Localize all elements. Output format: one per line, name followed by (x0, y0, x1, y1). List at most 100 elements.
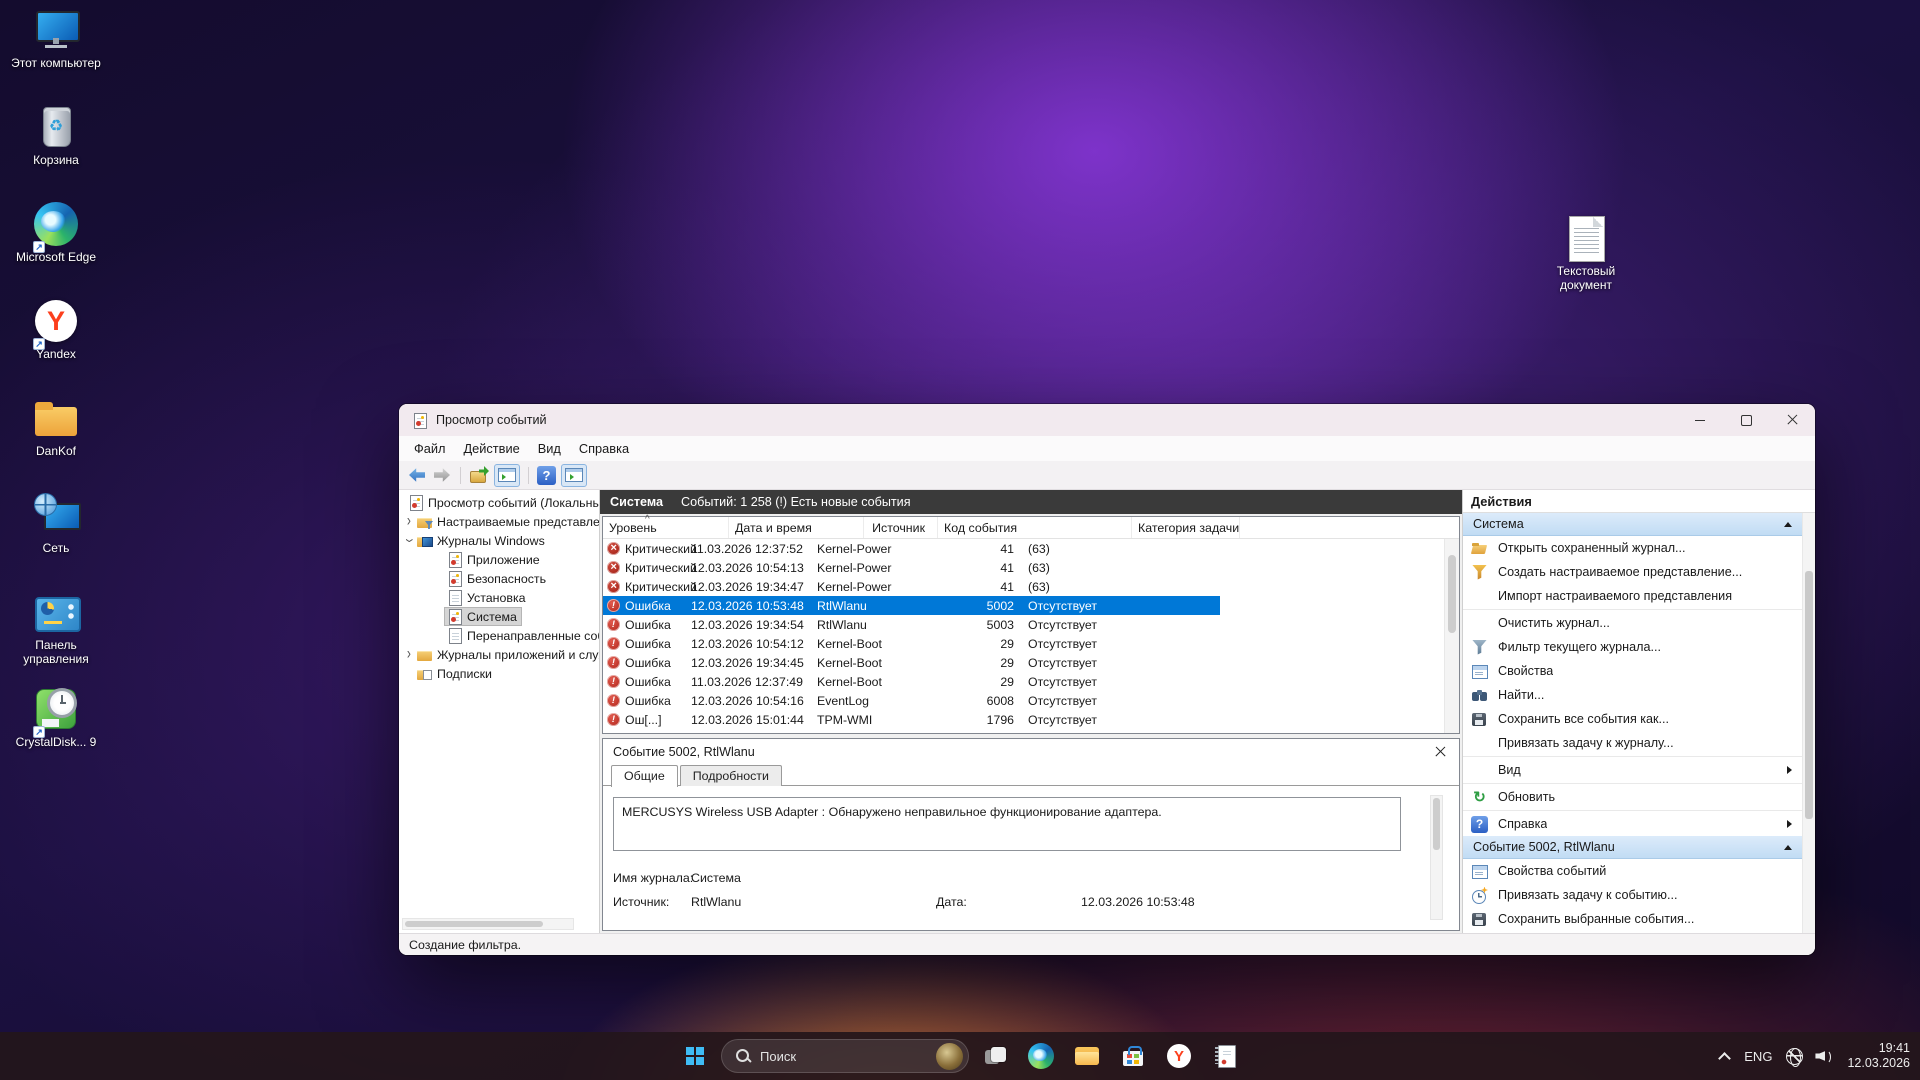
start-icon[interactable] (675, 1036, 715, 1076)
tree-item-application[interactable]: Приложение (399, 550, 599, 569)
event-viewer-taskbar-icon[interactable] (1205, 1036, 1245, 1076)
toolbar-separator[interactable] (460, 467, 461, 484)
preview-tab[interactable]: Общие (611, 765, 678, 787)
action-filter-current-log[interactable]: Фильтр текущего журнала... (1463, 635, 1802, 659)
tree-item-setup[interactable]: Установка (399, 588, 599, 607)
file-explorer-icon[interactable] (1067, 1036, 1107, 1076)
microsoft-edge-icon[interactable]: Microsoft Edge (6, 200, 106, 297)
action-refresh[interactable]: Обновить (1463, 785, 1802, 809)
action-open-saved-log[interactable]: Открыть сохраненный журнал... (1463, 536, 1802, 560)
action-save-selected-events[interactable]: Сохранить выбранные события... (1463, 907, 1802, 931)
column-header[interactable]: Источник (864, 517, 938, 538)
toolbar-separator[interactable] (528, 467, 529, 484)
minimize-button[interactable] (1677, 404, 1723, 436)
column-header[interactable]: Уровень (603, 517, 729, 538)
event-row[interactable]: Ошибка 12.03.2026 19:34:45 Kernel-Boot 2… (603, 653, 1220, 672)
tree-expander-icon[interactable] (403, 649, 414, 660)
help-icon[interactable] (537, 466, 556, 485)
crystaldiskinfo-icon[interactable]: CrystalDisk... 9 (6, 685, 106, 782)
recycle-bin-icon[interactable]: Корзина (6, 103, 106, 200)
tree-item-subscriptions[interactable]: Подписки (399, 664, 599, 683)
preview-scrollbar[interactable] (1430, 795, 1443, 920)
console-tree-toggle-icon[interactable] (494, 464, 520, 487)
actions-group-header[interactable]: Событие 5002, RtlWlanu (1463, 836, 1802, 859)
task-view-icon[interactable] (975, 1036, 1015, 1076)
tree-expander-icon[interactable] (403, 535, 414, 546)
dankof-folder-icon[interactable]: DanKof (6, 394, 106, 491)
menu-item[interactable]: Вид (529, 441, 570, 456)
action-help[interactable]: Справка (1463, 812, 1802, 836)
action-save-all-events[interactable]: Сохранить все события как... (1463, 707, 1802, 731)
collapse-icon[interactable] (1784, 845, 1792, 850)
preview-close-icon[interactable] (1434, 745, 1447, 758)
close-button[interactable] (1769, 404, 1815, 436)
event-row[interactable]: Ошибка 12.03.2026 19:34:54 RtlWlanu 5003… (603, 615, 1220, 634)
event-row[interactable]: Ошибка 11.03.2026 12:37:49 Kernel-Boot 2… (603, 672, 1220, 691)
level-icon (607, 656, 620, 669)
action-import-custom-view[interactable]: Импорт настраиваемого представления (1463, 584, 1802, 608)
window-titlebar[interactable]: Просмотр событий (399, 404, 1815, 436)
tree-item-windows-logs[interactable]: Журналы Windows (399, 531, 599, 550)
tree-item-system[interactable]: Система (399, 607, 599, 626)
action-pane-toggle-icon[interactable] (561, 464, 587, 487)
event-description[interactable]: MERCUSYS Wireless USB Adapter : Обнаруже… (613, 797, 1401, 851)
event-row[interactable]: Критический 12.03.2026 19:34:47 Kernel-P… (603, 577, 1220, 596)
tree-item-forwarded-events[interactable]: Перенаправленные события (399, 626, 599, 645)
export-icon[interactable] (469, 465, 489, 485)
event-row[interactable]: Критический 12.03.2026 10:54:13 Kernel-P… (603, 558, 1220, 577)
microsoft-store-icon[interactable] (1113, 1036, 1153, 1076)
no-internet-icon[interactable] (1786, 1048, 1803, 1065)
yandex-browser-icon[interactable] (1159, 1036, 1199, 1076)
event-table-header: УровеньДата и времяИсточникКод событияКа… (603, 517, 1459, 539)
taskbar-icon-art (1074, 1043, 1100, 1069)
menu-item[interactable]: Файл (405, 441, 454, 456)
action-item[interactable] (1463, 782, 1802, 785)
forward-icon[interactable] (432, 465, 452, 485)
action-item[interactable] (1463, 809, 1802, 812)
action-event-properties[interactable]: Свойства событий (1463, 859, 1802, 883)
event-row[interactable]: Критический 11.03.2026 12:37:52 Kernel-P… (603, 539, 1220, 558)
collapse-icon[interactable] (1784, 522, 1792, 527)
edge-icon[interactable] (1021, 1036, 1061, 1076)
action-view[interactable]: Вид (1463, 758, 1802, 782)
actions-scrollbar[interactable] (1802, 513, 1815, 933)
text-document-icon[interactable]: Текстовый документ (1528, 214, 1644, 311)
tree-root[interactable]: Просмотр событий (Локальный) (399, 493, 599, 512)
tree-item-security[interactable]: Безопасность (399, 569, 599, 588)
action-item[interactable] (1463, 608, 1802, 611)
column-header[interactable]: Дата и время (729, 517, 864, 538)
event-row[interactable]: Ош[...] 12.03.2026 15:01:44 TPM-WMI 1796… (603, 710, 1220, 729)
event-row[interactable]: Ошибка 12.03.2026 10:53:48 RtlWlanu 5002… (603, 596, 1220, 615)
actions-group-header[interactable]: Система (1463, 513, 1802, 536)
language-indicator[interactable]: ENG (1744, 1049, 1772, 1064)
volume-icon[interactable] (1815, 1048, 1833, 1064)
event-row[interactable]: Ошибка 12.03.2026 10:54:16 EventLog 6008… (603, 691, 1220, 710)
menu-item[interactable]: Справка (570, 441, 638, 456)
action-attach-task-to-event[interactable]: Привязать задачу к событию... (1463, 883, 1802, 907)
tree-expander-icon[interactable] (403, 516, 414, 527)
action-item[interactable] (1463, 755, 1802, 758)
event-row[interactable]: Ошибка 12.03.2026 10:54:12 Kernel-Boot 2… (603, 634, 1220, 653)
action-clear-log[interactable]: Очистить журнал... (1463, 611, 1802, 635)
back-icon[interactable] (407, 465, 427, 485)
action-create-custom-view[interactable]: Создать настраиваемое представление... (1463, 560, 1802, 584)
network-icon[interactable]: Сеть (6, 491, 106, 588)
tree-horizontal-scrollbar[interactable] (402, 918, 574, 930)
maximize-button[interactable] (1723, 404, 1769, 436)
preview-tab[interactable]: Подробности (680, 765, 782, 786)
this-pc-icon[interactable]: Этот компьютер (6, 6, 106, 103)
menu-item[interactable]: Действие (454, 441, 528, 456)
action-properties[interactable]: Свойства (1463, 659, 1802, 683)
yandex-icon[interactable]: Yandex (6, 297, 106, 394)
column-header[interactable]: Код события (938, 517, 1132, 538)
event-list-scrollbar[interactable] (1444, 539, 1459, 733)
action-find[interactable]: Найти... (1463, 683, 1802, 707)
control-panel-icon[interactable]: Панель управления (6, 588, 106, 685)
search-input[interactable]: Поиск (721, 1039, 969, 1073)
tree-item-app-service-logs[interactable]: Журналы приложений и служб (399, 645, 599, 664)
clock[interactable]: 19:41 12.03.2026 (1847, 1041, 1910, 1071)
tree-item-custom-views[interactable]: Настраиваемые представления (399, 512, 599, 531)
hidden-icons-chevron[interactable] (1718, 1050, 1730, 1062)
column-header[interactable]: Категория задачи (1132, 517, 1240, 538)
action-attach-task-to-log[interactable]: Привязать задачу к журналу... (1463, 731, 1802, 755)
